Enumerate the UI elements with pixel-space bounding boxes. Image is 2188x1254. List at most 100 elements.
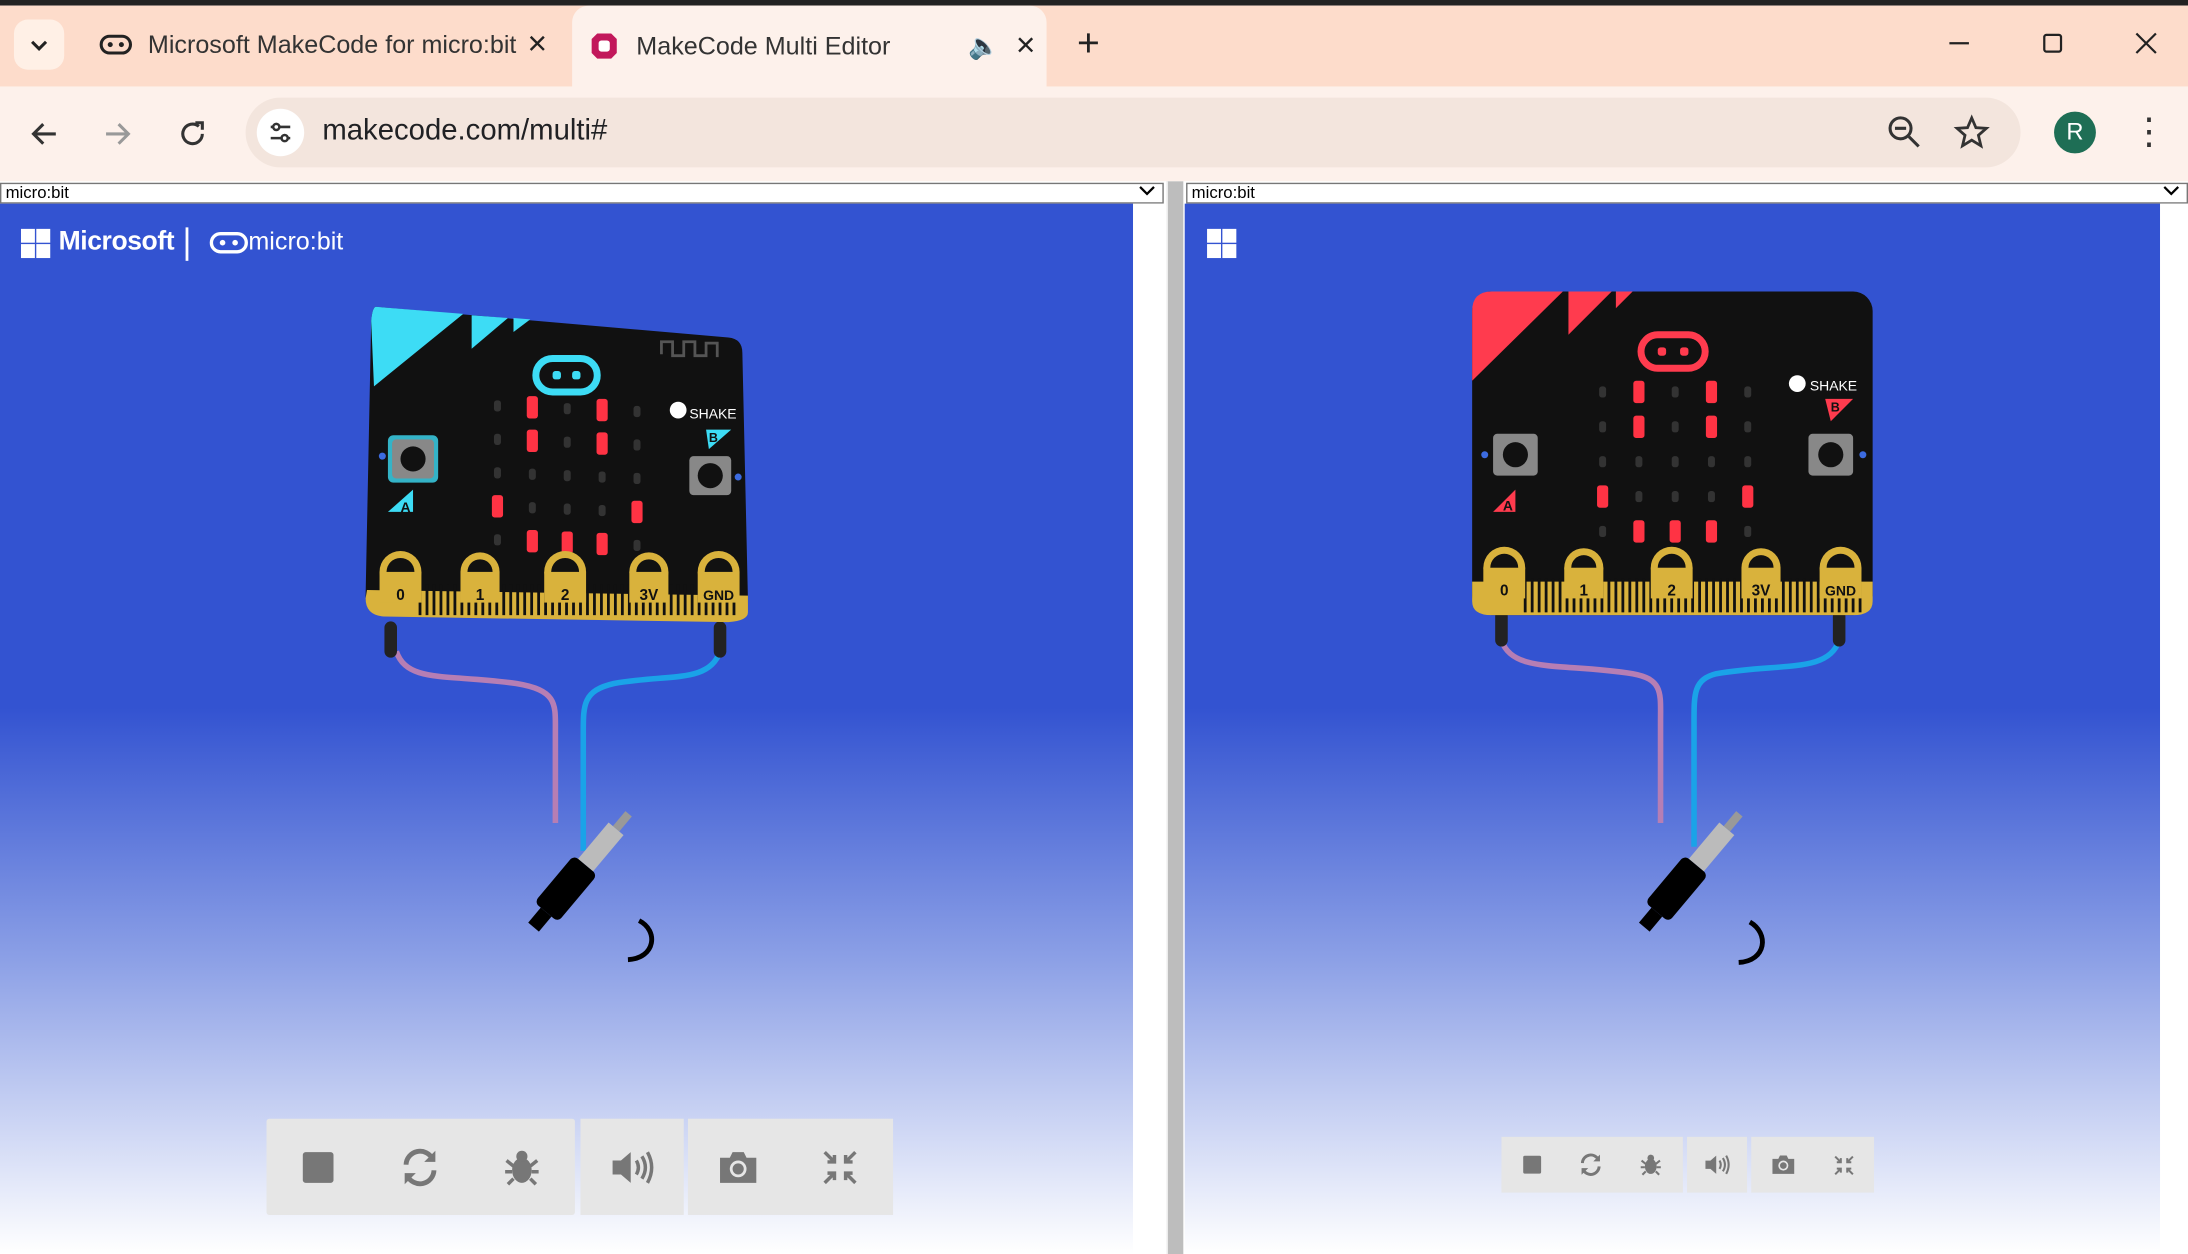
led-off [1671,421,1679,433]
led-on [1742,485,1754,508]
stop-button[interactable] [1515,1148,1548,1181]
cable-wire-pink [1498,639,1664,823]
reload-button[interactable] [165,106,221,162]
led-off [1599,456,1607,468]
sound-icon [612,1151,654,1184]
led-off [563,503,571,515]
debug-button[interactable] [493,1138,552,1197]
bookmark-star-icon[interactable] [1953,114,1990,157]
pin-label: 0 [396,587,405,604]
sound-button[interactable] [1700,1148,1733,1181]
microbit-logo-icon [209,231,248,261]
profile-avatar[interactable]: R [2054,111,2096,154]
led-on [596,432,608,455]
led-off [633,439,641,451]
led-off [1599,421,1607,433]
screenshot-icon [720,1152,757,1183]
pin-label: 2 [1667,583,1676,600]
led-on [491,495,504,518]
led-off [1599,525,1607,538]
maximize-button[interactable] [2005,14,2100,73]
restart-button[interactable] [1574,1148,1607,1181]
frame-gutter [1133,203,1167,1254]
led-on [561,531,573,554]
screenshot-button[interactable] [709,1138,768,1197]
stop-button[interactable] [289,1138,348,1197]
close-window-button[interactable] [2099,14,2188,73]
debug-icon [1640,1154,1661,1176]
tab-multi-editor[interactable]: MakeCode Multi Editor 🔈 × [572,5,1047,87]
microsoft-brand: Microsoft [58,227,175,257]
led-off [1671,456,1679,468]
button-b-label: B [1831,400,1840,414]
device-select-right[interactable]: micro:bit [1186,182,2188,204]
button-b-label: B [709,431,718,445]
microsoft-logo-icon [20,228,52,267]
chevron-down-icon [2163,186,2180,196]
led-off [1599,386,1607,398]
pin-label: 1 [476,587,485,604]
led-off [598,471,606,483]
screenshot-button[interactable] [1767,1148,1800,1181]
restart-icon [403,1148,437,1187]
microsoft-logo-icon [1207,228,1238,267]
pin-label: 1 [1580,583,1589,600]
restart-icon [1580,1153,1601,1176]
button-a-label: A [400,499,410,515]
close-tab-icon[interactable]: × [1005,27,1047,66]
arrow-left-icon [31,123,56,145]
pin-label: 3V [639,587,659,604]
shake-label: SHAKE [689,405,736,421]
shake-button[interactable] [1788,375,1806,392]
led-off [1744,525,1752,538]
fullscreen-button[interactable] [811,1138,870,1197]
pin-label: 0 [1500,583,1509,600]
close-tab-icon[interactable]: × [516,25,558,64]
forward-button[interactable] [89,106,145,162]
led-off [493,467,501,479]
microbit-brand: micro:bit [248,227,344,256]
led-on [526,530,538,553]
more-menu-icon[interactable]: ⋮ [2128,109,2170,156]
device-select-left[interactable]: micro:bit [0,182,1164,204]
cable-wire-pink [393,650,559,823]
sound-button[interactable] [603,1138,662,1197]
microbit-board-right[interactable]: A B SHAKE 0 1 2 3V GND [1437,272,1897,983]
sound-icon [1704,1155,1729,1175]
reload-icon [181,121,204,146]
tab-search-button[interactable] [13,19,65,70]
minimize-button[interactable] [1912,14,2007,73]
led-off [493,433,501,445]
fullscreen-button[interactable] [1827,1148,1860,1181]
led-on [526,429,538,452]
microbit-favicon-icon [98,27,134,63]
device-select-value: micro:bit [1191,182,1255,203]
tab-makecode-microbit[interactable]: Microsoft MakeCode for micro:bit × [84,8,558,81]
led-on [596,398,608,422]
makecode-favicon-icon [586,28,622,64]
led-off [563,403,571,415]
pin-label: 2 [561,587,570,604]
shake-label: SHAKE [1810,378,1857,394]
url-text[interactable]: makecode.com/multi# [322,114,607,147]
back-button[interactable] [17,106,73,162]
pin-label: GND [703,587,734,603]
simulator-controls-right [1501,1136,1875,1193]
split-divider[interactable] [1166,181,1184,1254]
debug-button[interactable] [1634,1148,1667,1181]
new-tab-button[interactable]: + [1063,20,1113,70]
chevron-down-icon [1139,186,1155,196]
led-on [526,396,538,419]
chevron-down-icon [31,40,48,51]
led-on [1633,415,1645,438]
maximize-icon [2043,33,2063,53]
site-info-icon[interactable] [256,108,305,157]
button-a-label: A [1503,498,1513,514]
audio-playing-icon[interactable]: 🔈 [963,31,1005,60]
zoom-icon[interactable] [1887,114,1923,157]
fullscreen-icon [823,1150,857,1185]
led-off [598,504,606,517]
microbit-board-left[interactable]: A B SHAKE 0 1 2 3V GND [335,286,782,983]
restart-button[interactable] [391,1138,450,1197]
shake-button[interactable] [669,401,687,419]
